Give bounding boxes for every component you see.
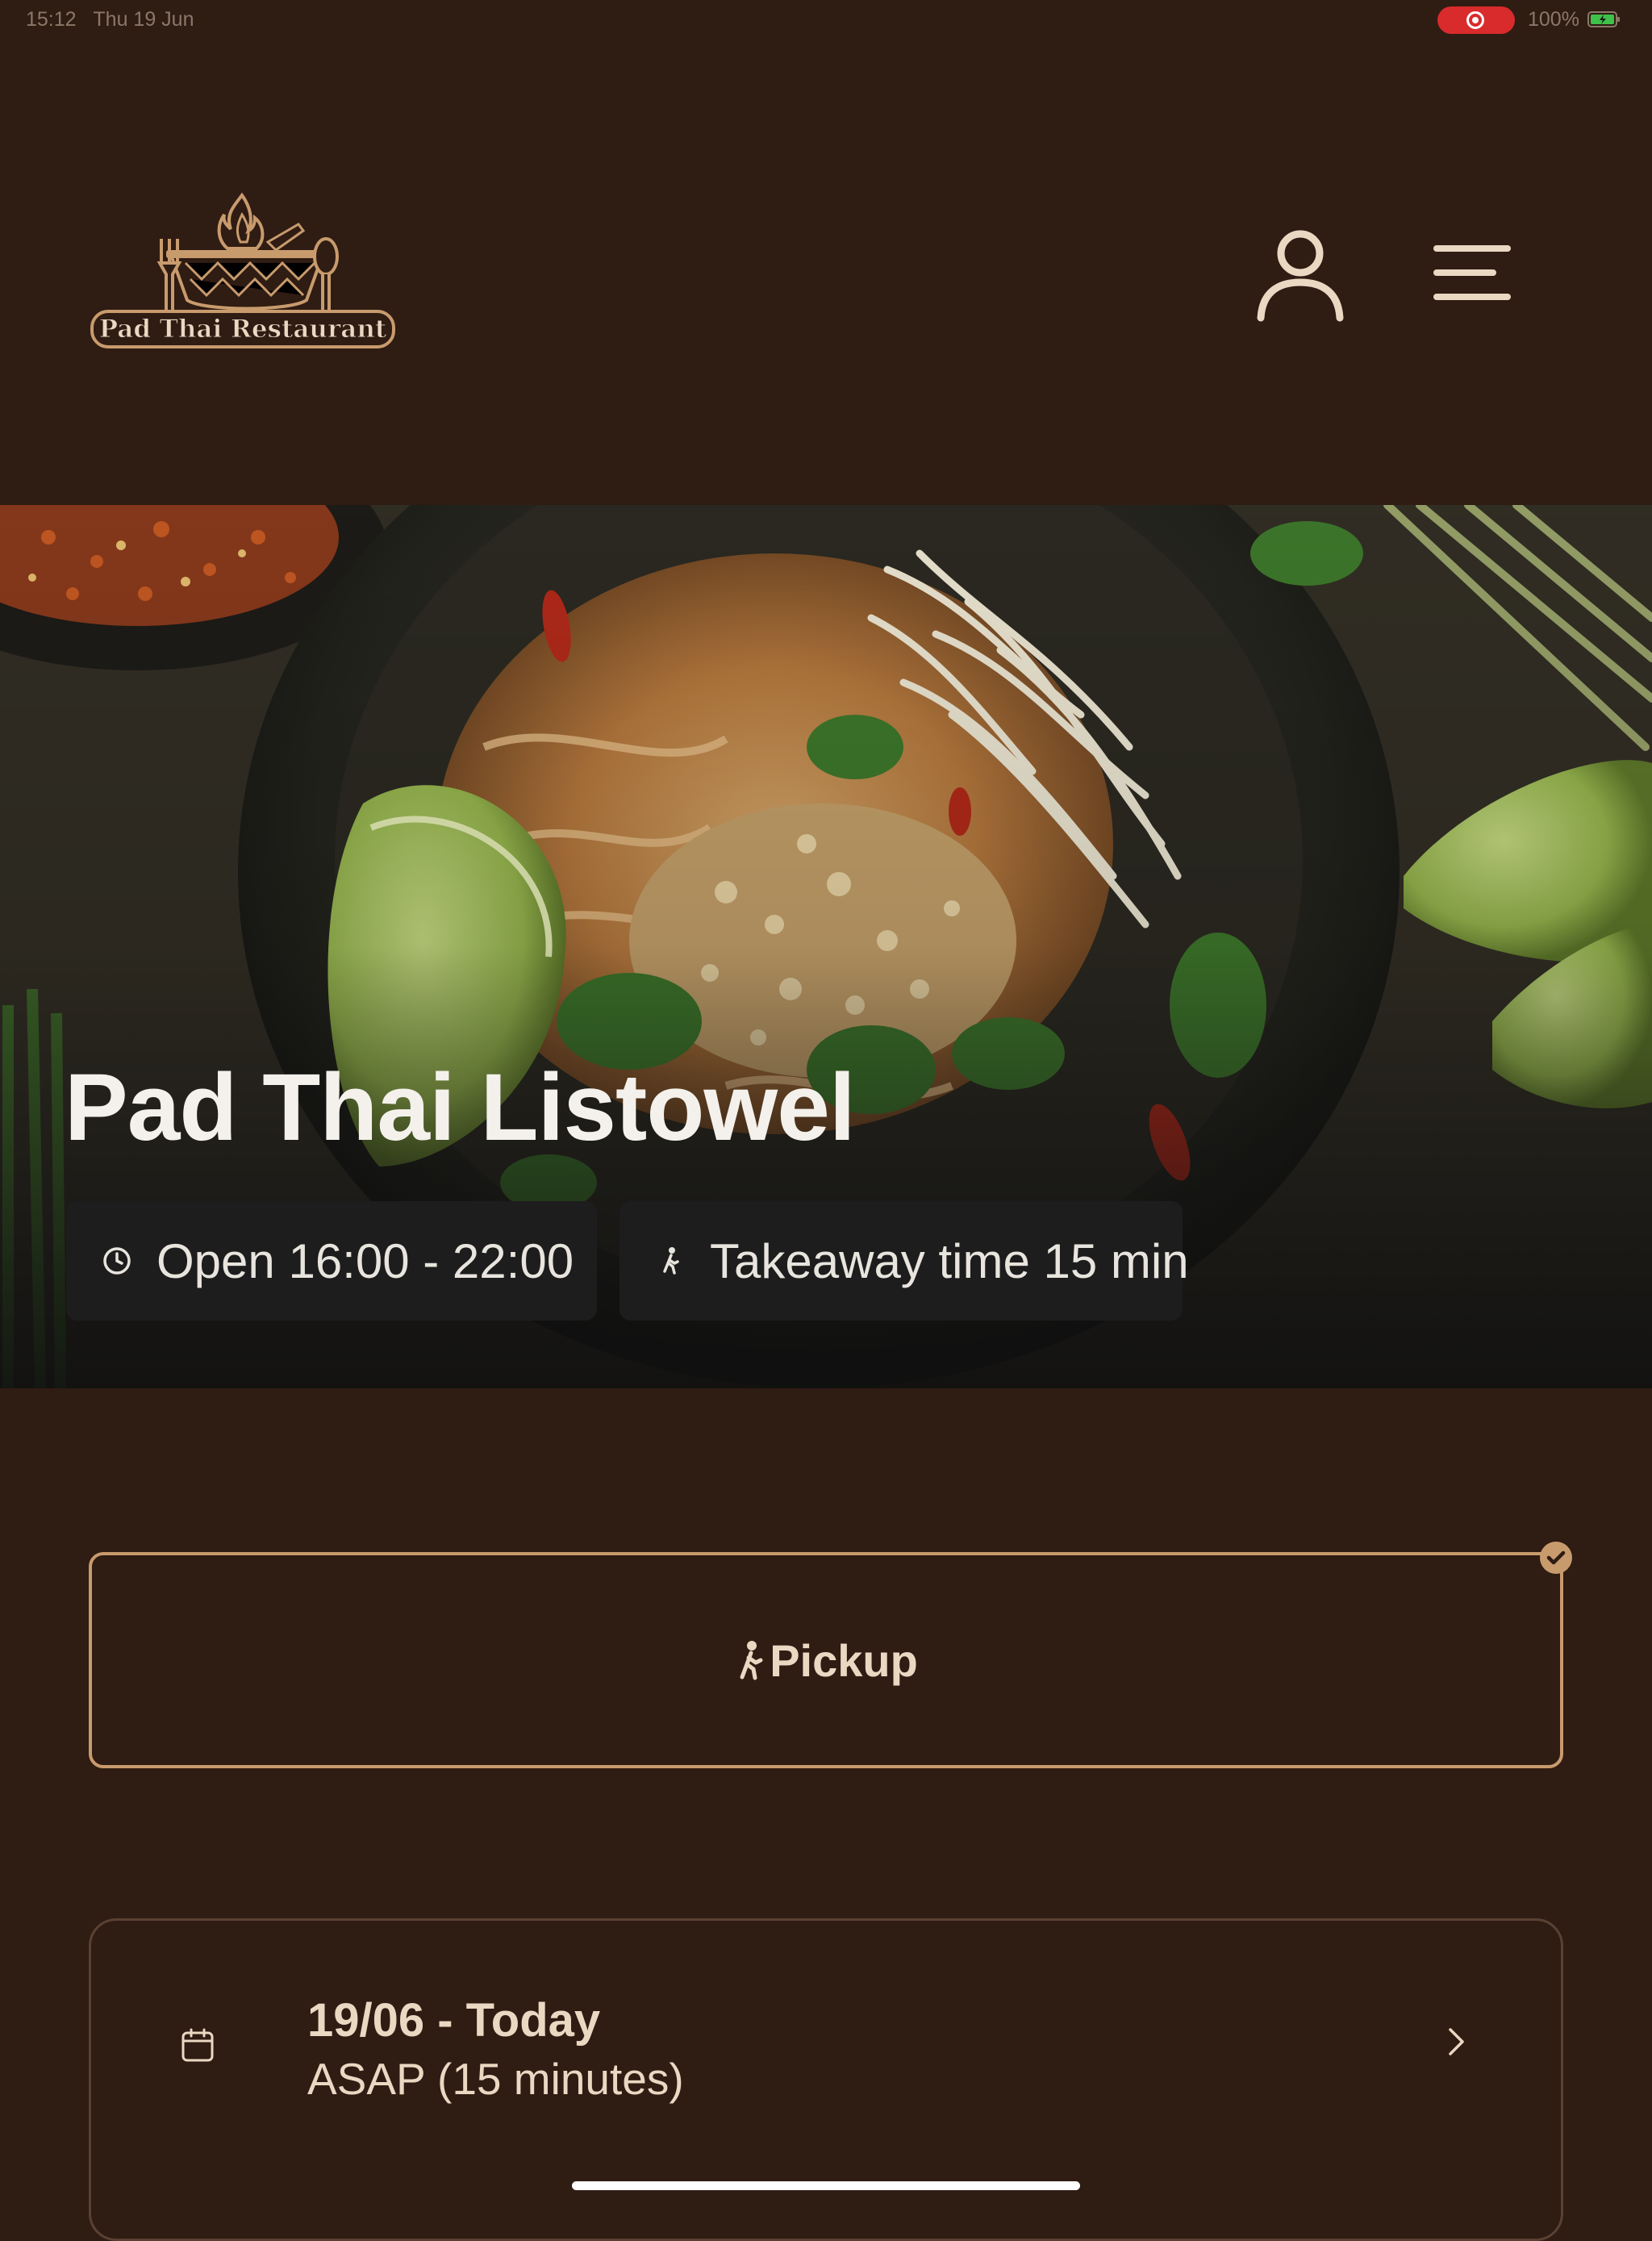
status-bar: 15:12 Thu 19 Jun 100% — [0, 0, 1652, 39]
status-clock: 15:12 — [26, 8, 77, 31]
screen-recording-indicator — [1437, 6, 1515, 34]
takeaway-time-chip: Takeaway time 15 min — [620, 1201, 1189, 1321]
restaurant-title: Pad Thai Listowel — [65, 1054, 856, 1161]
account-button[interactable] — [1254, 226, 1347, 323]
logo-text: Pad Thai Restaurant — [99, 315, 387, 344]
hamburger-menu-icon[interactable] — [1432, 240, 1521, 305]
pickup-time-selector[interactable]: 19/06 - Today ASAP (15 minutes) — [89, 1918, 1563, 2241]
chevron-right-icon — [1449, 2028, 1464, 2055]
status-date: Thu 19 Jun — [93, 8, 194, 31]
walking-person-icon — [740, 1641, 763, 1680]
opening-hours-text: Open 16:00 - 22:00 — [156, 1233, 574, 1288]
calendar-icon — [181, 2028, 214, 2062]
battery-icon — [1587, 11, 1620, 27]
takeaway-time-text: Takeaway time 15 min — [710, 1233, 1189, 1288]
walking-person-icon — [663, 1247, 679, 1275]
battery-percentage: 100% — [1528, 8, 1579, 31]
restaurant-logo[interactable]: Pad Thai Restaurant — [89, 190, 397, 352]
hero-banner: Pad Thai Listowel Open 16:00 - 22:00 Tak… — [0, 505, 1652, 1388]
opening-hours-chip: Open 16:00 - 22:00 — [66, 1201, 597, 1321]
pickup-label: Pickup — [770, 1634, 918, 1686]
clock-icon — [103, 1247, 131, 1275]
home-indicator[interactable] — [572, 2181, 1080, 2190]
pickup-option-card[interactable]: Pickup — [89, 1552, 1563, 1768]
pickup-time: ASAP (15 minutes) — [307, 2054, 684, 2104]
pickup-date: 19/06 - Today — [307, 1994, 601, 2047]
record-dot — [1472, 17, 1479, 23]
selected-check-icon — [1540, 1542, 1572, 1574]
pickup-content: Pickup — [734, 1634, 918, 1687]
status-time: 15:12 Thu 19 Jun — [26, 8, 194, 31]
